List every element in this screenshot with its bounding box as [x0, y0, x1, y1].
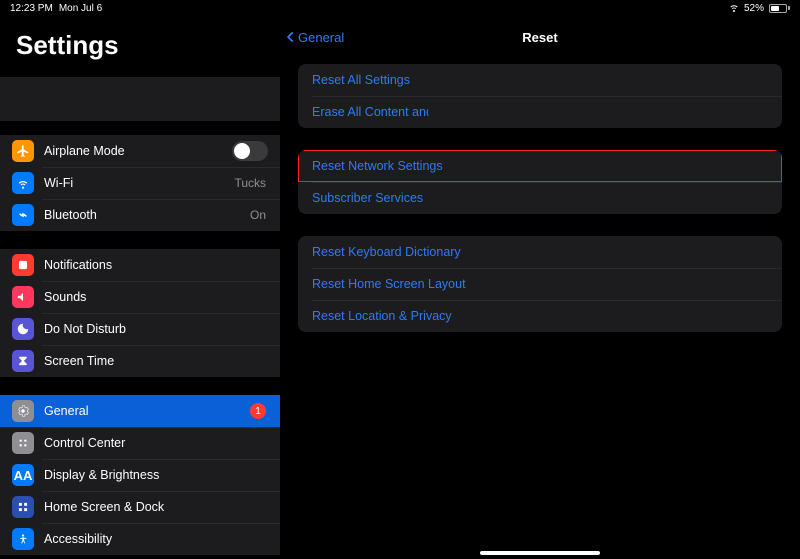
sidebar-item-control-center[interactable]: Control Center [0, 427, 280, 459]
reset-network-settings[interactable]: Reset Network Settings [298, 150, 782, 182]
subscriber-services[interactable]: Subscriber Services [298, 182, 782, 214]
redaction-overlay [428, 99, 528, 125]
status-date: Mon Jul 6 [59, 3, 102, 14]
status-time: 12:23 PM [10, 3, 53, 14]
sidebar-item-screen-time[interactable]: ⧗ Screen Time [0, 345, 280, 377]
accessibility-icon [12, 528, 34, 550]
sidebar-item-label: Bluetooth [44, 208, 250, 222]
airplane-toggle[interactable] [232, 141, 268, 161]
sidebar-item-label: Notifications [44, 258, 268, 272]
control-center-icon [12, 432, 34, 454]
sidebar-item-wifi[interactable]: Wi-Fi Tucks [0, 167, 280, 199]
sidebar-item-label: Control Center [44, 436, 268, 450]
notification-badge: 1 [250, 403, 266, 419]
erase-all-content[interactable]: Erase All Content and Settings [298, 96, 782, 128]
sounds-icon [12, 286, 34, 308]
detail-panel: General Reset Reset All Settings Erase A… [280, 0, 800, 559]
battery-percent: 52% [744, 3, 764, 14]
notifications-icon [12, 254, 34, 276]
sidebar-item-label: Sounds [44, 290, 268, 304]
reset-all-settings[interactable]: Reset All Settings [298, 64, 782, 96]
sidebar-item-label: Wi-Fi [44, 176, 234, 190]
reset-keyboard-dictionary[interactable]: Reset Keyboard Dictionary [298, 236, 782, 268]
bluetooth-icon: ⌁ [12, 204, 34, 226]
sidebar-item-label: Accessibility [44, 532, 268, 546]
redaction-overlay [546, 99, 636, 125]
wifi-settings-icon [12, 172, 34, 194]
home-screen-icon [12, 496, 34, 518]
page-title: Settings [0, 20, 280, 71]
sidebar-item-do-not-disturb[interactable]: Do Not Disturb [0, 313, 280, 345]
back-label: General [298, 30, 344, 45]
chevron-left-icon [284, 30, 298, 44]
battery-icon [768, 4, 790, 13]
sidebar-item-sounds[interactable]: Sounds [0, 281, 280, 313]
airplane-icon [12, 140, 34, 162]
sidebar-item-display-brightness[interactable]: AA Display & Brightness [0, 459, 280, 491]
wifi-icon [728, 1, 740, 16]
reset-home-screen-layout[interactable]: Reset Home Screen Layout [298, 268, 782, 300]
detail-title: Reset [522, 30, 557, 45]
hourglass-icon: ⧗ [12, 350, 34, 372]
sidebar-item-label: Home Screen & Dock [44, 500, 268, 514]
display-icon: AA [12, 464, 34, 486]
sidebar-item-label: Airplane Mode [44, 144, 232, 158]
wifi-network-value: Tucks [234, 176, 266, 190]
bluetooth-value: On [250, 208, 266, 222]
status-bar: 12:23 PM Mon Jul 6 52% [0, 0, 800, 16]
sidebar-item-label: General [44, 404, 250, 418]
moon-icon [12, 318, 34, 340]
redaction-overlay [644, 99, 754, 125]
settings-sidebar: Settings Airplane Mode Wi-Fi Tucks ⌁ Blu… [0, 0, 280, 559]
sidebar-item-notifications[interactable]: Notifications [0, 249, 280, 281]
sidebar-item-accessibility[interactable]: Accessibility [0, 523, 280, 555]
sidebar-item-label: Display & Brightness [44, 468, 268, 482]
sidebar-item-airplane-mode[interactable]: Airplane Mode [0, 135, 280, 167]
sidebar-item-label: Do Not Disturb [44, 322, 268, 336]
sidebar-item-label: Screen Time [44, 354, 268, 368]
sidebar-item-bluetooth[interactable]: ⌁ Bluetooth On [0, 199, 280, 231]
sidebar-item-general[interactable]: General 1 [0, 395, 280, 427]
back-button[interactable]: General [284, 30, 344, 45]
gear-icon [12, 400, 34, 422]
apple-id-profile[interactable] [0, 77, 280, 121]
reset-location-privacy[interactable]: Reset Location & Privacy [298, 300, 782, 332]
nav-bar: General Reset [280, 20, 800, 54]
sidebar-item-home-screen-dock[interactable]: Home Screen & Dock [0, 491, 280, 523]
home-indicator[interactable] [480, 551, 600, 555]
